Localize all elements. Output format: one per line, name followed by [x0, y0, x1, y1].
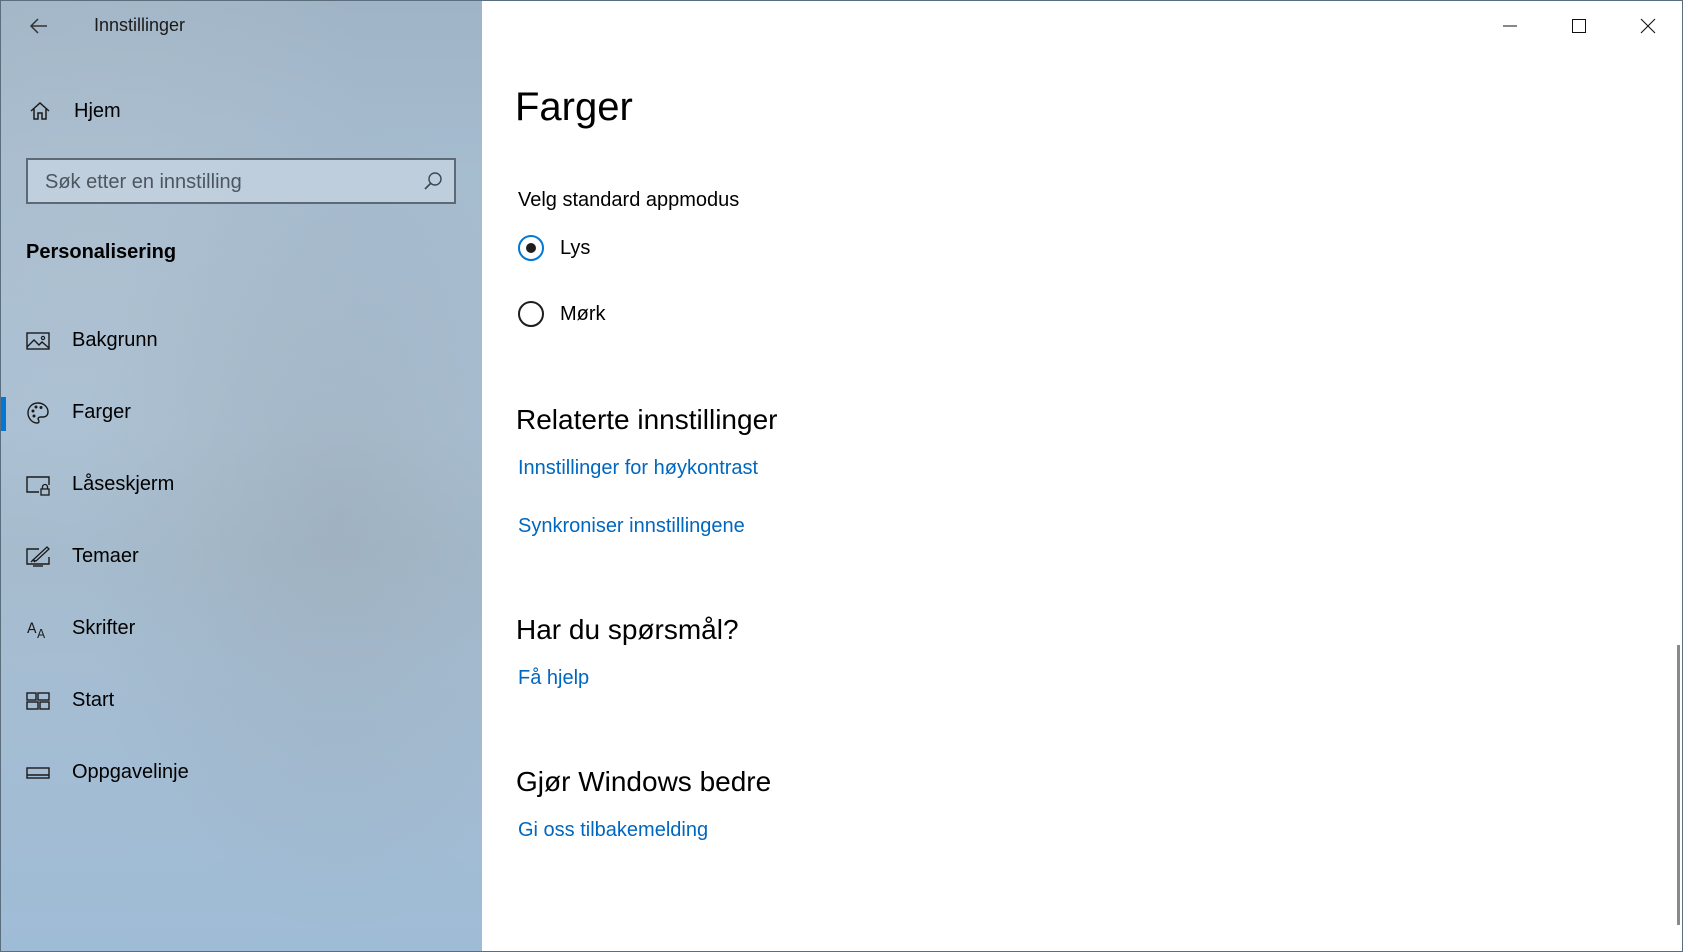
sidebar-item-label: Bakgrunn [72, 329, 158, 351]
sidebar-item-label: Temaer [72, 545, 139, 567]
radio-button[interactable] [518, 235, 544, 261]
themes-icon [26, 546, 50, 567]
back-arrow-icon [29, 18, 47, 34]
sidebar-item-label: Skrifter [72, 617, 136, 639]
close-button[interactable] [1615, 1, 1681, 51]
sidebar-item-oppgavelinje[interactable]: Oppgavelinje [1, 747, 482, 799]
main-content: Farger Velg standard appmodus Lys Mørk R… [482, 1, 1682, 951]
sidebar-item-home[interactable]: Hjem [1, 89, 482, 135]
sidebar: Innstillinger Hjem Personalisering Bakgr… [1, 1, 482, 951]
radio-dot [526, 243, 536, 253]
get-help-link[interactable]: Få hjelp [518, 667, 589, 690]
palette-icon [27, 402, 49, 424]
sidebar-item-label: Start [72, 689, 115, 711]
radio-label: Mørk [560, 303, 606, 325]
fonts-icon: A A [27, 621, 46, 641]
sidebar-item-label: Hjem [74, 100, 121, 122]
scrollbar[interactable] [1677, 645, 1680, 925]
sidebar-item-skrifter[interactable]: A A Skrifter [1, 603, 482, 655]
svg-text:A: A [37, 627, 46, 641]
search-input[interactable] [43, 168, 407, 196]
questions-heading: Har du spørsmål? [516, 614, 739, 645]
radio-label: Lys [560, 237, 591, 259]
feedback-heading: Gjør Windows bedre [516, 766, 772, 797]
minimize-button[interactable] [1477, 1, 1543, 51]
maximize-icon [1572, 19, 1586, 33]
home-icon [30, 101, 50, 120]
sidebar-item-temaer[interactable]: Temaer [1, 531, 482, 583]
sidebar-item-bakgrunn[interactable]: Bakgrunn [1, 315, 482, 367]
sidebar-item-laseskjerm[interactable]: Låseskjerm [1, 459, 482, 511]
settings-window: Innstillinger Hjem Personalisering Bakgr… [0, 0, 1683, 952]
app-title: Innstillinger [94, 15, 186, 35]
high-contrast-link[interactable]: Innstillinger for høykontrast [518, 457, 758, 480]
sidebar-item-start[interactable]: Start [1, 675, 482, 727]
svg-text:A: A [27, 621, 37, 637]
app-mode-label: Velg standard appmodus [518, 189, 740, 211]
close-icon [1640, 18, 1656, 34]
picture-icon [26, 332, 50, 350]
sidebar-item-farger[interactable]: Farger [1, 387, 482, 439]
search-icon[interactable] [422, 170, 444, 192]
sync-settings-link[interactable]: Synkroniser innstillingene [518, 515, 745, 538]
sidebar-item-label: Oppgavelinje [72, 761, 189, 783]
start-icon [26, 692, 50, 710]
minimize-icon [1503, 25, 1517, 27]
taskbar-icon [26, 767, 50, 779]
search-box [26, 158, 456, 204]
sidebar-item-label: Farger [72, 401, 131, 423]
related-settings-heading: Relaterte innstillinger [516, 404, 778, 435]
back-button[interactable] [23, 11, 55, 41]
feedback-link[interactable]: Gi oss tilbakemelding [518, 819, 708, 842]
lock-screen-icon [26, 476, 50, 496]
sidebar-item-label: Låseskjerm [72, 473, 175, 495]
section-title: Personalisering [26, 241, 177, 263]
title-bar-left: Innstillinger [1, 1, 482, 51]
radio-button[interactable] [518, 301, 544, 327]
maximize-button[interactable] [1546, 1, 1612, 51]
page-title: Farger [515, 85, 633, 129]
